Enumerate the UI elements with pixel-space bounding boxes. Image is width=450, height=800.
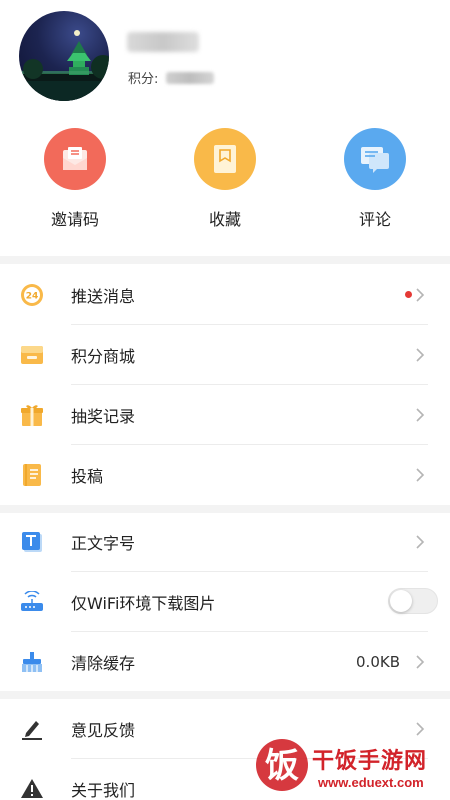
font-size-icon xyxy=(20,530,44,554)
wifi-only-toggle[interactable] xyxy=(388,588,438,614)
chevron-right-icon xyxy=(416,655,425,669)
points-line: 积分: xyxy=(128,68,215,87)
lottery-records-label: 抽奖记录 xyxy=(71,407,136,426)
toggle-knob xyxy=(390,590,412,612)
about-us-label: 关于我们 xyxy=(71,781,136,800)
svg-text:饭: 饭 xyxy=(265,746,299,786)
clear-cache-label: 清除缓存 xyxy=(71,654,136,673)
chevron-right-icon xyxy=(416,288,425,302)
points-mall-label: 积分商城 xyxy=(71,347,136,366)
menu-item-wifi-only-images[interactable]: 仅WiFi环境下载图片 xyxy=(0,572,450,632)
pencil-icon xyxy=(20,717,44,741)
watermark-url: www.eduext.com xyxy=(318,775,424,790)
chevron-right-icon xyxy=(416,468,425,482)
watermark-logo-icon: 饭 xyxy=(256,739,308,791)
document-icon xyxy=(20,463,44,487)
menu-item-submit-article[interactable]: 投稿 xyxy=(0,445,450,505)
broom-icon xyxy=(20,650,44,674)
warning-icon xyxy=(20,777,44,800)
submit-article-label: 投稿 xyxy=(71,467,104,486)
points-value-blurred xyxy=(166,71,215,84)
gift-icon xyxy=(20,403,44,427)
feedback-label: 意见反馈 xyxy=(71,721,136,740)
comment-icon xyxy=(344,128,406,190)
avatar-image xyxy=(19,30,109,101)
watermark-title: 干饭手游网 xyxy=(312,749,428,774)
push-messages-label: 推送消息 xyxy=(71,287,136,306)
chevron-right-icon xyxy=(416,408,425,422)
shop-box-icon xyxy=(20,343,44,367)
push-24-icon: 24 xyxy=(20,283,44,307)
bookmark-icon xyxy=(194,128,256,190)
points-label: 积分: xyxy=(128,72,159,87)
unread-dot xyxy=(405,291,412,298)
menu-item-push-messages[interactable]: 24 推送消息 xyxy=(0,265,450,325)
site-watermark: 饭 干饭手游网 www.eduext.com xyxy=(252,735,448,797)
chevron-right-icon xyxy=(416,348,425,362)
profile-header: 积分: xyxy=(0,0,450,110)
wifi-only-images-label: 仅WiFi环境下载图片 xyxy=(71,594,216,613)
invite-code-button[interactable]: 邀请码 xyxy=(15,128,135,230)
envelope-icon xyxy=(44,128,106,190)
favorites-label: 收藏 xyxy=(208,210,241,229)
comments-label: 评论 xyxy=(358,210,391,229)
menu-item-text-size[interactable]: 正文字号 xyxy=(0,512,450,572)
menu-item-lottery-records[interactable]: 抽奖记录 xyxy=(0,385,450,445)
text-size-label: 正文字号 xyxy=(71,534,136,553)
favorites-button[interactable]: 收藏 xyxy=(165,128,285,230)
quick-actions: 邀请码 收藏 评论 xyxy=(0,128,450,238)
menu-item-clear-cache[interactable]: 清除缓存 0.0KB xyxy=(0,632,450,692)
username-blurred[interactable] xyxy=(127,31,199,53)
comments-button[interactable]: 评论 xyxy=(315,128,435,230)
section-divider xyxy=(0,691,450,699)
section-divider xyxy=(0,256,450,264)
menu-item-points-mall[interactable]: 积分商城 xyxy=(0,325,450,385)
router-icon xyxy=(20,590,44,614)
avatar[interactable] xyxy=(19,11,109,101)
invite-code-label: 邀请码 xyxy=(50,210,99,229)
push-badge-text: 24 xyxy=(26,292,39,302)
chevron-right-icon xyxy=(416,535,425,549)
cache-size-value: 0.0KB xyxy=(356,653,400,671)
